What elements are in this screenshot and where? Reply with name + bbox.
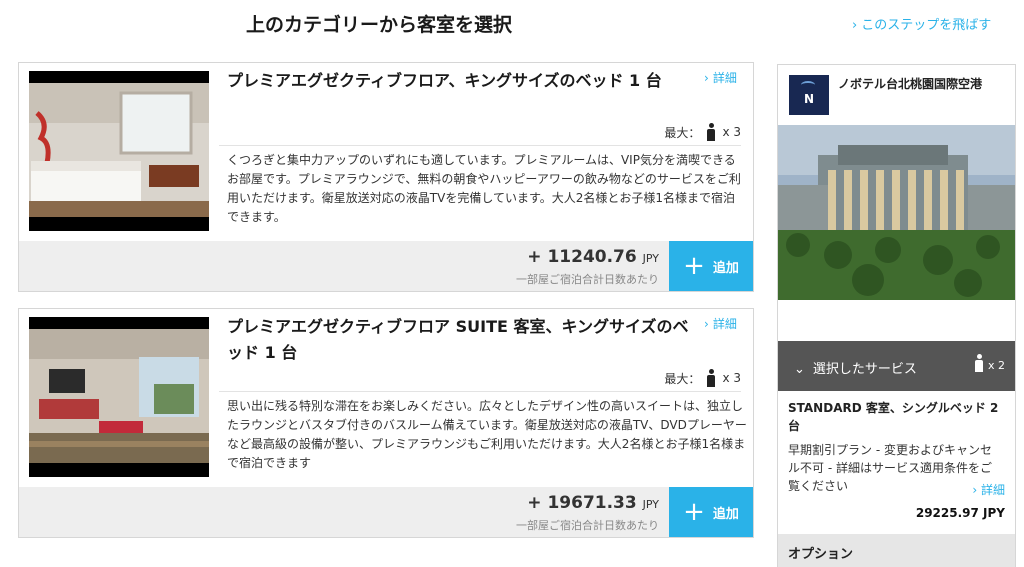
hotel-photo: [778, 125, 1015, 300]
skip-step-link[interactable]: › このステップを飛ばす: [852, 14, 991, 33]
room-name: プレミアエグゼクティブフロア SUITE 客室、キングサイズのベッド 1 台: [227, 317, 689, 362]
add-label: 追加: [712, 260, 739, 276]
occupancy-count: x 3: [722, 125, 741, 139]
rate-plan: 早期割引プラン - 変更およびキャンセル不可 - 詳細はサービス適用条件をご覧く…: [788, 443, 992, 493]
logo-arc-icon: [801, 81, 815, 89]
options-section[interactable]: オプション: [778, 534, 1015, 567]
person-icon: [706, 369, 716, 387]
chevron-right-icon: ›: [852, 18, 858, 33]
max-occupancy: 最大： x 3: [664, 123, 741, 141]
room-photo: [29, 71, 209, 231]
room-description: 思い出に残る特別な滞在をお楽しみください。広々としたデザイン性の高いスイートは、…: [227, 399, 747, 470]
room-price: + 19671.33 JPY: [527, 493, 659, 513]
selected-services-toggle[interactable]: ⌄ 選択したサービス: [794, 358, 917, 377]
room-detail-link[interactable]: › 詳細: [704, 69, 737, 86]
guest-count-value: x 2: [987, 359, 1005, 372]
chevron-down-icon: ⌄: [794, 362, 805, 377]
summary-detail-label: 詳細: [980, 483, 1005, 497]
logo-letter: N: [803, 92, 815, 106]
room-photo-image: [29, 83, 209, 217]
selected-room-name: STANDARD 客室、シングルベッド 2 台: [788, 401, 999, 433]
occupancy-count: x 3: [722, 371, 741, 385]
booking-summary-sidebar: N ノボテル台北桃園国際空港 ⌄ 選択したサービス x 2 STANDARD 客…: [777, 64, 1016, 567]
price-value: + 11240.76: [527, 247, 637, 267]
guest-count: x 2: [974, 354, 1005, 372]
room-photo: [29, 317, 209, 477]
hotel-header: N ノボテル台北桃園国際空港: [778, 65, 1015, 125]
price-note: 一部屋ご宿泊合計日数あたり: [516, 519, 659, 532]
room-photo-image: [29, 329, 209, 463]
hotel-logo: N: [789, 75, 829, 115]
chevron-right-icon: ›: [704, 71, 709, 85]
divider: [219, 391, 741, 392]
person-icon: [974, 354, 984, 372]
add-label: 追加: [712, 506, 739, 522]
add-room-button[interactable]: + 追加: [669, 241, 753, 291]
hotel-photo-image: [778, 125, 1015, 300]
price-currency: JPY: [642, 498, 659, 511]
plus-icon: +: [683, 497, 705, 527]
room-card-premier-king: プレミアエグゼクティブフロア、キングサイズのベッド 1 台 › 詳細 最大： x …: [18, 62, 754, 292]
selected-services-label: 選択したサービス: [812, 362, 917, 377]
add-room-button[interactable]: + 追加: [669, 487, 753, 537]
room-name: プレミアエグゼクティブフロア、キングサイズのベッド 1 台: [227, 71, 662, 90]
room-detail-label: 詳細: [712, 71, 737, 85]
summary-detail-link[interactable]: › 詳細: [972, 481, 1005, 498]
room-card-premier-suite: プレミアエグゼクティブフロア SUITE 客室、キングサイズのベッド 1 台 ›…: [18, 308, 754, 538]
room-price: + 11240.76 JPY: [527, 247, 659, 267]
plus-icon: +: [683, 251, 705, 281]
room-description: くつろぎと集中力アップのいずれにも適しています。プレミアルームは、VIP気分を満…: [227, 153, 741, 224]
occupancy-label: 最大：: [664, 371, 701, 386]
price-bar: + 19671.33 JPY 一部屋ご宿泊合計日数あたり + 追加: [19, 487, 753, 537]
hotel-name: ノボテル台北桃園国際空港: [838, 77, 983, 91]
price-bar: + 11240.76 JPY 一部屋ご宿泊合計日数あたり + 追加: [19, 241, 753, 291]
person-icon: [706, 123, 716, 141]
max-occupancy: 最大： x 3: [664, 369, 741, 387]
selected-services-bar[interactable]: ⌄ 選択したサービス x 2: [778, 341, 1015, 391]
price-note: 一部屋ご宿泊合計日数あたり: [516, 273, 659, 286]
occupancy-label: 最大：: [664, 125, 701, 140]
chevron-right-icon: ›: [972, 483, 981, 497]
chevron-right-icon: ›: [704, 317, 709, 331]
page-title: 上のカテゴリーから客室を選択: [246, 14, 513, 36]
price-value: + 19671.33: [527, 493, 637, 513]
skip-step-label: このステップを飛ばす: [861, 18, 992, 33]
divider: [219, 145, 741, 146]
room-detail-label: 詳細: [712, 317, 737, 331]
room-detail-link[interactable]: › 詳細: [704, 315, 737, 332]
summary-total: 29225.97 JPY: [915, 506, 1005, 520]
price-currency: JPY: [642, 252, 659, 265]
